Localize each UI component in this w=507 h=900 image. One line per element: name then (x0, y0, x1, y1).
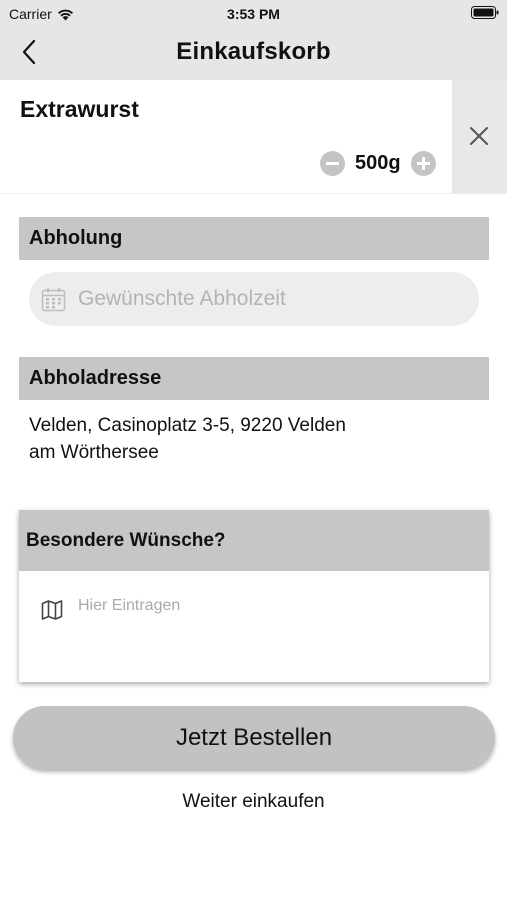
address-line-1: Velden, Casinoplatz 3-5, 9220 Velden (29, 415, 346, 436)
page-title: Einkaufskorb (176, 38, 331, 65)
special-requests-input[interactable]: Hier Eintragen (19, 571, 489, 682)
quantity-stepper: 500g (320, 151, 436, 176)
address-line-2: am Wörthersee (29, 442, 159, 463)
decrease-quantity-button[interactable] (320, 151, 345, 176)
cart-item: Extrawurst 500g (0, 80, 507, 194)
pickup-address: Velden, Casinoplatz 3-5, 9220 Velden am … (29, 412, 469, 466)
calendar-icon (41, 288, 66, 312)
pickup-time-placeholder: Gewünschte Abholzeit (78, 287, 286, 310)
pickup-time-field[interactable]: Gewünschte Abholzeit (29, 272, 479, 326)
special-requests-header: Besondere Wünsche? (19, 510, 489, 571)
remove-item-button[interactable] (452, 80, 507, 193)
address-section-header: Abholadresse (19, 357, 489, 400)
special-requests-card: Besondere Wünsche? Hier Eintragen (19, 510, 489, 682)
minus-icon (326, 162, 339, 165)
navigation-bar: Einkaufskorb (0, 28, 507, 80)
increase-quantity-button[interactable] (410, 151, 436, 176)
battery-icon (471, 6, 499, 22)
continue-shopping-link[interactable]: Weiter einkaufen (0, 791, 507, 813)
cart-item-name: Extrawurst (20, 96, 139, 122)
status-time: 3:53 PM (227, 6, 280, 22)
status-bar: Carrier 3:53 PM (0, 0, 507, 28)
pickup-section-header: Abholung (19, 217, 489, 260)
order-button[interactable]: Jetzt Bestellen (13, 706, 495, 769)
special-requests-placeholder: Hier Eintragen (78, 597, 181, 614)
map-icon (41, 600, 63, 620)
quantity-value: 500g (355, 152, 401, 174)
close-icon (470, 127, 488, 145)
